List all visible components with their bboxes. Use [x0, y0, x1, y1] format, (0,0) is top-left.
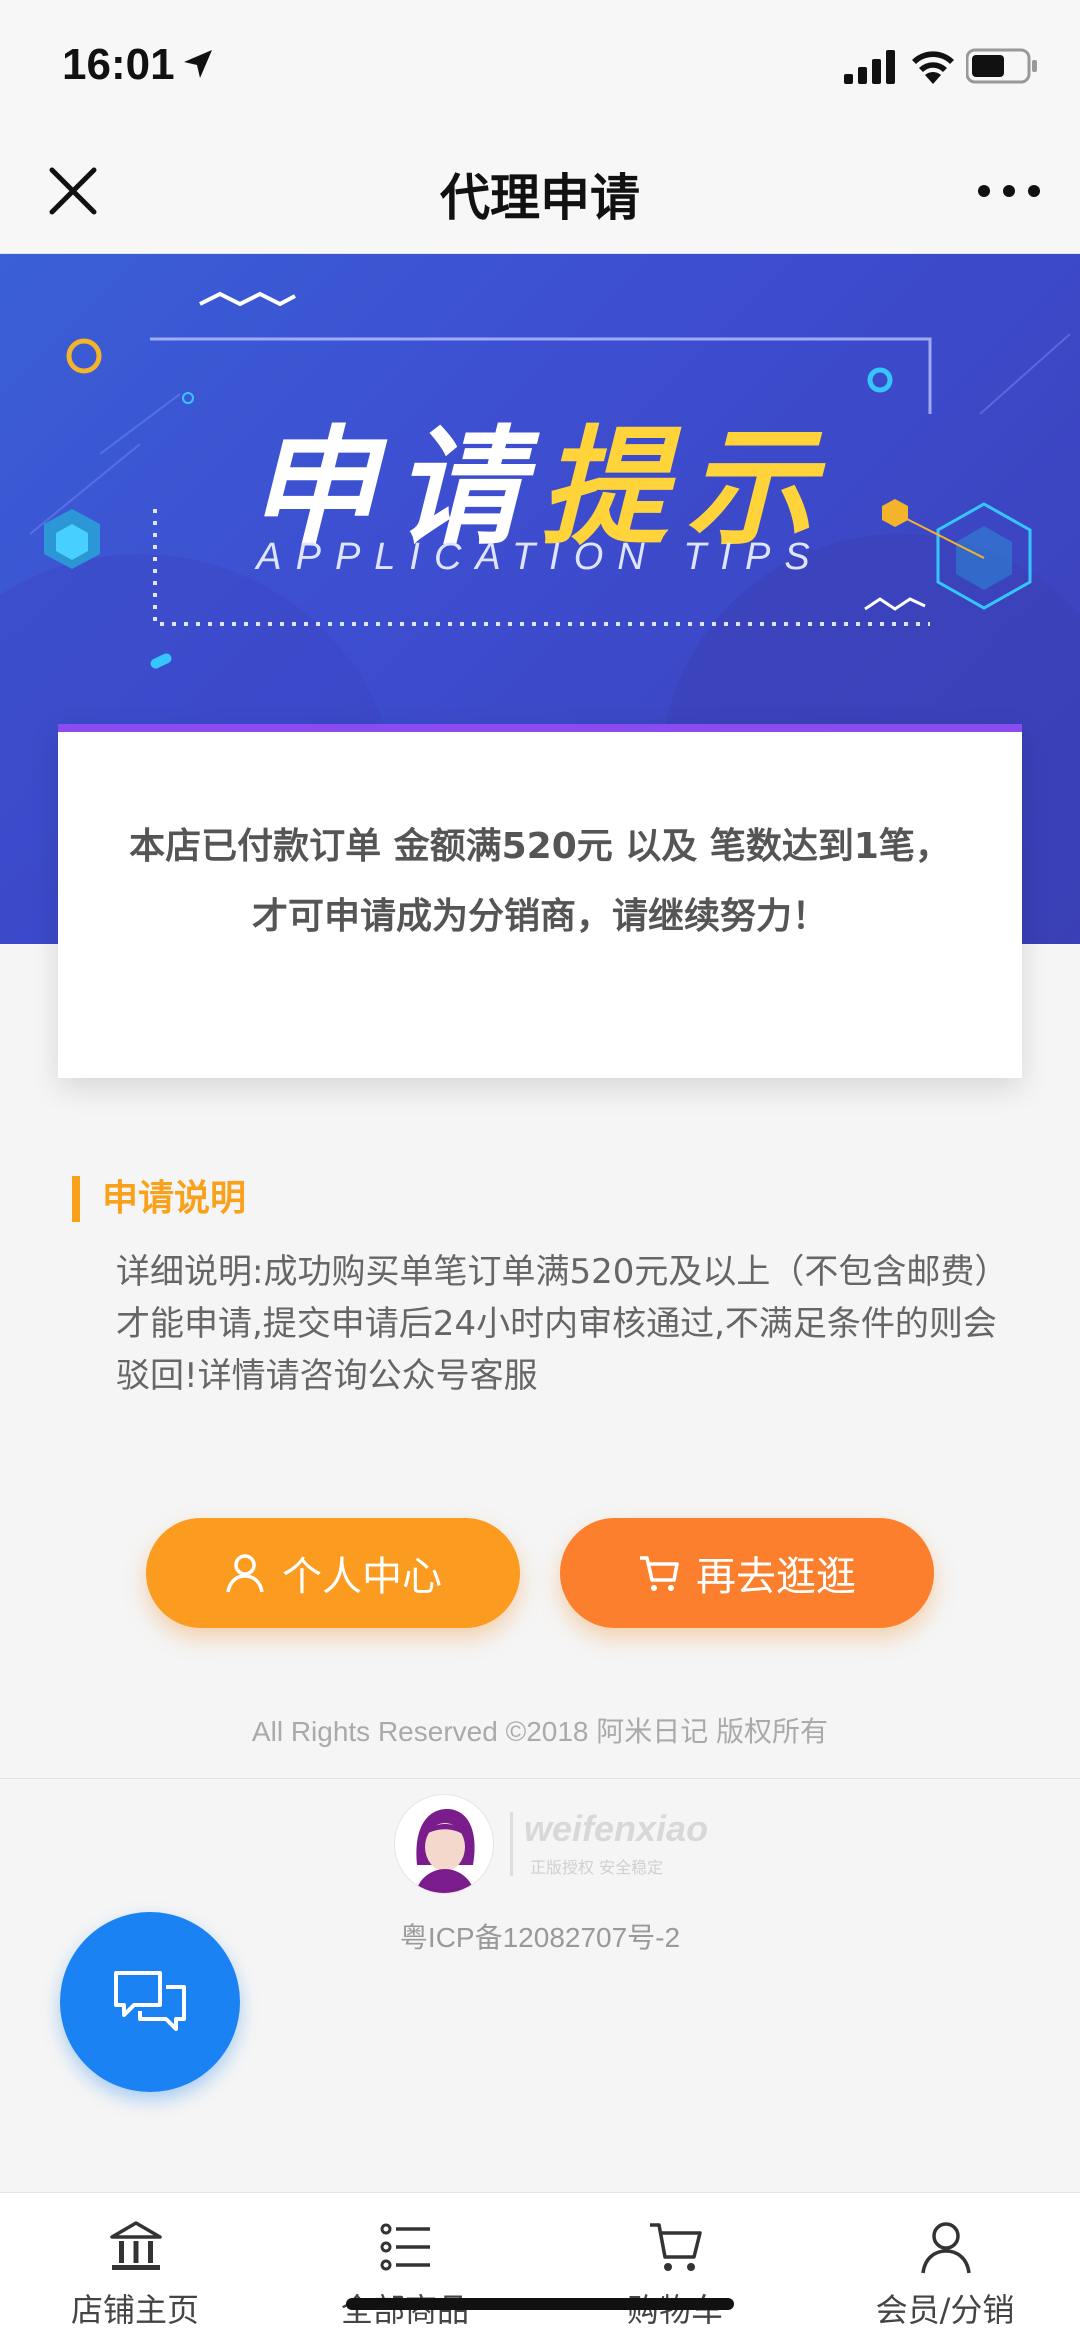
battery-icon — [966, 48, 1037, 84]
notice-card: 本店已付款订单 金额满520元 以及 笔数达到1笔， 才可申请成为分销商，请继续… — [58, 724, 1022, 1078]
section-body: 详细说明:成功购买单笔订单满520元及以上（不包含邮费）才能申请,提交申请后24… — [116, 1252, 1009, 1396]
avatar — [394, 1794, 494, 1894]
location-arrow-icon — [184, 50, 212, 78]
section-title: 申请说明 — [72, 1176, 246, 1222]
footer-divider — [0, 1778, 1080, 1779]
banner-subtitle: APPLICATION TIPS — [256, 536, 824, 578]
notice-line-1: 本店已付款订单 金额满520元 以及 笔数达到1笔， — [129, 826, 951, 867]
cart-icon — [640, 1556, 679, 1591]
status-bar: 16:01 — [0, 0, 1080, 130]
tab-all-products[interactable]: 全部商品 — [270, 2193, 540, 2339]
home-indicator[interactable] — [346, 2298, 734, 2310]
tab-label: 会员/分销 — [875, 2291, 1015, 2329]
chat-icon — [114, 1971, 186, 2031]
brand-divider — [510, 1812, 513, 1876]
tab-label: 店铺主页 — [70, 2291, 199, 2329]
user-icon — [226, 1554, 264, 1593]
continue-shopping-button[interactable]: 再去逛逛 — [560, 1518, 934, 1628]
more-icon[interactable] — [974, 166, 1044, 216]
continue-shopping-label: 再去逛逛 — [696, 1554, 856, 1600]
cart-icon — [650, 2223, 702, 2271]
page-title: 代理申请 — [440, 169, 640, 227]
copyright-text: All Rights Reserved ©2018 阿米日记 版权所有 — [251, 1716, 829, 1747]
notice-line-2: 才可申请成为分销商，请继续努力！ — [251, 896, 828, 937]
chat-button[interactable] — [60, 1912, 240, 2092]
list-icon — [380, 2223, 430, 2271]
user-icon — [921, 2222, 971, 2274]
personal-center-label: 个人中心 — [282, 1554, 442, 1600]
personal-center-button[interactable]: 个人中心 — [146, 1518, 520, 1628]
tab-member[interactable]: 会员/分销 — [810, 2193, 1080, 2339]
status-time: 16:01 — [62, 40, 175, 89]
brand-logo: weifenxiao 正版授权 安全稳定 — [394, 1794, 708, 1894]
tab-cart[interactable]: 购物车 — [540, 2193, 810, 2339]
store-icon — [110, 2221, 162, 2270]
signal-icon — [844, 50, 895, 84]
notice-text: 本店已付款订单 金额满520元 以及 笔数达到1笔， 才可申请成为分销商，请继续… — [78, 812, 1002, 952]
brand-tag: 正版授权 安全稳定 — [530, 1858, 664, 1877]
wifi-icon — [912, 51, 954, 84]
brand-name: weifenxiao — [524, 1808, 709, 1849]
nav-bar: 代理申请 — [0, 130, 1080, 254]
tab-store-home[interactable]: 店铺主页 — [0, 2193, 270, 2339]
tab-bar: 店铺主页 全部商品 购物车 会员/分销 — [0, 2192, 1080, 2339]
